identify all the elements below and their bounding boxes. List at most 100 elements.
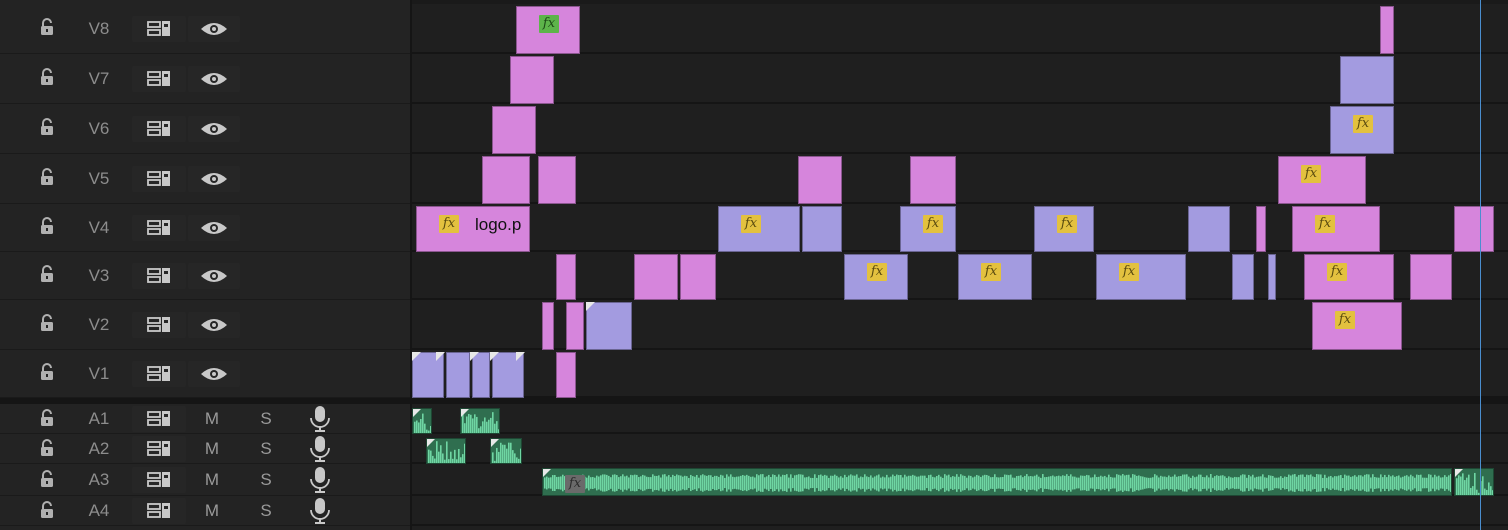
video-clip[interactable]: fx — [1034, 206, 1094, 252]
eye-icon[interactable] — [188, 312, 240, 338]
track-output-icon[interactable] — [132, 312, 186, 338]
track-header-v3: V3 — [0, 252, 410, 300]
fx-badge: fx — [741, 215, 761, 233]
video-lane-v1[interactable] — [412, 350, 1508, 398]
eye-icon[interactable] — [188, 116, 240, 142]
eye-icon[interactable] — [188, 166, 240, 192]
track-name: A3 — [88, 470, 110, 489]
solo-button[interactable]: S — [256, 409, 276, 429]
eye-icon[interactable] — [188, 263, 240, 289]
video-clip[interactable]: fx logo.p — [416, 206, 530, 252]
eye-icon[interactable] — [188, 215, 240, 241]
track-output-icon[interactable] — [132, 263, 186, 289]
video-clip[interactable]: fx — [844, 254, 908, 300]
eye-icon[interactable] — [188, 66, 240, 92]
video-clip[interactable]: fx — [1304, 254, 1394, 300]
microphone-icon[interactable] — [308, 435, 332, 462]
solo-button[interactable]: S — [256, 470, 276, 490]
video-clip[interactable] — [1454, 206, 1494, 252]
microphone-icon[interactable] — [308, 466, 332, 493]
video-clip[interactable] — [510, 56, 554, 104]
eye-icon[interactable] — [188, 16, 240, 42]
audio-clip[interactable] — [460, 408, 500, 434]
audio-lane-a4[interactable] — [412, 496, 1508, 526]
audio-lane-a2[interactable] — [412, 434, 1508, 464]
video-clip[interactable]: fx — [516, 6, 580, 54]
video-clip[interactable]: fx — [1330, 106, 1394, 154]
track-output-icon[interactable] — [132, 361, 186, 387]
microphone-icon[interactable] — [308, 405, 332, 432]
lock-open-icon[interactable] — [38, 313, 56, 331]
video-clip[interactable] — [492, 106, 536, 154]
lock-open-icon[interactable] — [38, 216, 56, 234]
audio-lane-a1[interactable] — [412, 404, 1508, 434]
video-clip[interactable] — [1410, 254, 1452, 300]
lock-open-icon[interactable] — [38, 67, 56, 85]
video-clip[interactable] — [538, 156, 576, 204]
video-clip[interactable] — [1268, 254, 1276, 300]
mute-button[interactable]: M — [202, 470, 222, 490]
video-clip[interactable] — [1232, 254, 1254, 300]
video-clip[interactable]: fx — [1312, 302, 1402, 350]
video-clip[interactable] — [566, 302, 584, 350]
track-output-icon[interactable] — [132, 467, 186, 493]
lock-open-icon[interactable] — [38, 167, 56, 185]
track-output-icon[interactable] — [132, 116, 186, 142]
transition-marker — [412, 352, 421, 361]
video-clip[interactable]: fx — [1278, 156, 1366, 204]
video-audio-separator[interactable] — [0, 398, 1508, 404]
audio-clip[interactable] — [412, 408, 432, 434]
audio-clip[interactable]: fx — [542, 468, 1452, 496]
lock-open-icon[interactable] — [38, 500, 56, 518]
playhead[interactable] — [1480, 0, 1481, 530]
track-output-icon[interactable] — [132, 498, 186, 524]
video-clip[interactable] — [482, 156, 530, 204]
track-output-icon[interactable] — [132, 166, 186, 192]
track-output-icon[interactable] — [132, 436, 186, 462]
lock-open-icon[interactable] — [38, 362, 56, 380]
lock-open-icon[interactable] — [38, 264, 56, 282]
mute-button[interactable]: M — [202, 501, 222, 521]
eye-icon[interactable] — [188, 361, 240, 387]
video-clip[interactable] — [1256, 206, 1266, 252]
video-clip[interactable] — [910, 156, 956, 204]
video-clip[interactable] — [1380, 6, 1394, 54]
video-clip[interactable] — [1340, 56, 1394, 104]
video-clip[interactable] — [1188, 206, 1230, 252]
lock-open-icon[interactable] — [38, 408, 56, 426]
transition-marker — [461, 409, 469, 417]
track-name: A1 — [88, 409, 110, 428]
video-clip[interactable]: fx — [718, 206, 800, 252]
video-clip[interactable] — [802, 206, 842, 252]
video-clip[interactable] — [556, 352, 576, 398]
video-clip[interactable]: fx — [900, 206, 956, 252]
video-clip[interactable]: fx — [958, 254, 1032, 300]
audio-clip[interactable] — [426, 438, 466, 464]
video-clip[interactable] — [542, 302, 554, 350]
timeline-area[interactable]: fx fx fx fx logo.p fx fx fx fx fx fx fx fx fx fx — [412, 0, 1508, 530]
track-output-icon[interactable] — [132, 16, 186, 42]
track-output-icon[interactable] — [132, 66, 186, 92]
video-clip[interactable] — [634, 254, 678, 300]
solo-button[interactable]: S — [256, 439, 276, 459]
track-output-icon[interactable] — [132, 406, 186, 432]
lock-open-icon[interactable] — [38, 438, 56, 456]
audio-clip[interactable] — [1454, 468, 1494, 496]
track-header-v8: V8 — [0, 4, 410, 54]
video-clip[interactable]: fx — [1292, 206, 1380, 252]
microphone-icon[interactable] — [308, 497, 332, 524]
lock-open-icon[interactable] — [38, 17, 56, 35]
fx-badge: fx — [439, 215, 459, 233]
solo-button[interactable]: S — [256, 501, 276, 521]
video-clip[interactable] — [680, 254, 716, 300]
video-clip[interactable] — [798, 156, 842, 204]
video-clip[interactable]: fx — [1096, 254, 1186, 300]
mute-button[interactable]: M — [202, 409, 222, 429]
audio-clip[interactable] — [490, 438, 522, 464]
track-output-icon[interactable] — [132, 215, 186, 241]
mute-button[interactable]: M — [202, 439, 222, 459]
video-clip[interactable] — [446, 352, 470, 398]
lock-open-icon[interactable] — [38, 469, 56, 487]
lock-open-icon[interactable] — [38, 117, 56, 135]
video-clip[interactable] — [556, 254, 576, 300]
